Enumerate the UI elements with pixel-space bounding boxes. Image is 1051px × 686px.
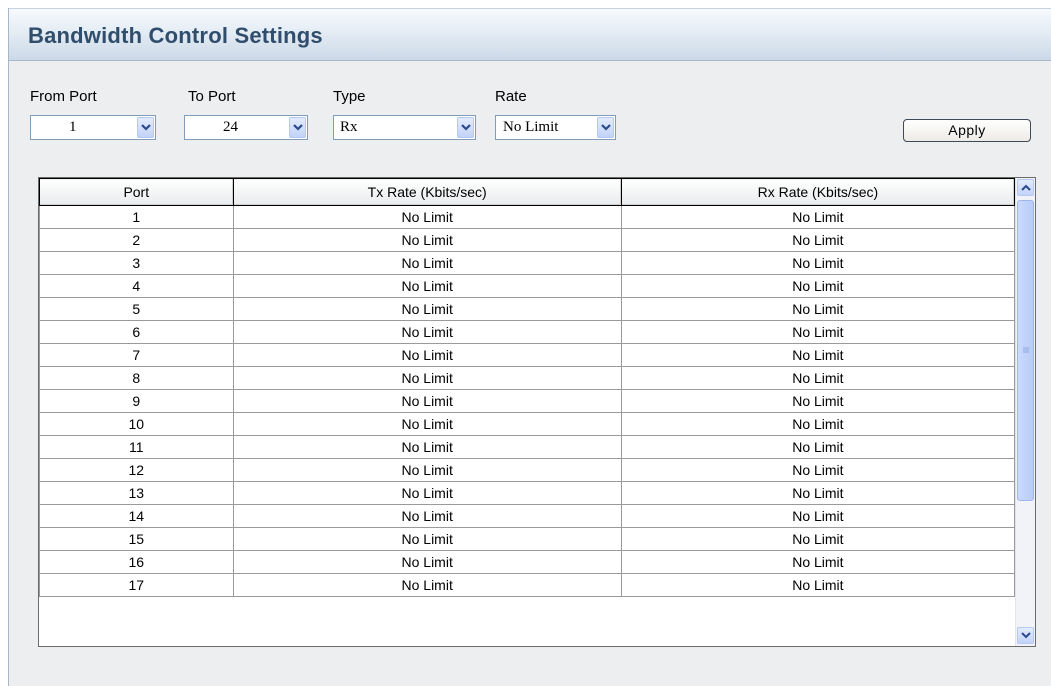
tx-rate-cell: No Limit bbox=[232, 320, 622, 344]
tx-rate-cell: No Limit bbox=[232, 527, 622, 551]
table-row: 3 No Limit No Limit bbox=[39, 251, 1016, 275]
port-cell: 11 bbox=[39, 435, 234, 459]
tx-rate-cell: No Limit bbox=[232, 274, 622, 298]
table-row: 4 No Limit No Limit bbox=[39, 274, 1016, 298]
arrow-up-icon[interactable] bbox=[1017, 179, 1034, 196]
table-row: 1 No Limit No Limit bbox=[39, 205, 1016, 229]
table-row: 16 No Limit No Limit bbox=[39, 550, 1016, 574]
table-row: 12 No Limit No Limit bbox=[39, 458, 1016, 482]
port-cell: 5 bbox=[39, 297, 234, 321]
port-cell: 2 bbox=[39, 228, 234, 252]
rx-rate-cell: No Limit bbox=[620, 504, 1016, 528]
tx-rate-cell: No Limit bbox=[232, 228, 622, 252]
panel-header: Bandwidth Control Settings bbox=[9, 8, 1051, 61]
type-select[interactable]: Rx bbox=[333, 115, 476, 140]
port-cell: 12 bbox=[39, 458, 234, 482]
table-row: 11 No Limit No Limit bbox=[39, 435, 1016, 459]
table-row: 8 No Limit No Limit bbox=[39, 366, 1016, 390]
port-cell: 15 bbox=[39, 527, 234, 551]
apply-button[interactable]: Apply bbox=[903, 119, 1031, 142]
rx-rate-cell: No Limit bbox=[620, 205, 1016, 229]
port-cell: 16 bbox=[39, 550, 234, 574]
table-row: 5 No Limit No Limit bbox=[39, 297, 1016, 321]
rx-rate-cell: No Limit bbox=[620, 435, 1016, 459]
table-row: 6 No Limit No Limit bbox=[39, 320, 1016, 344]
port-column-header: Port bbox=[39, 178, 234, 206]
tx-rate-cell: No Limit bbox=[232, 481, 622, 505]
table-row: 14 No Limit No Limit bbox=[39, 504, 1016, 528]
rate-label: Rate bbox=[495, 88, 527, 105]
rx-rate-cell: No Limit bbox=[620, 228, 1016, 252]
arrow-down-icon[interactable] bbox=[1017, 627, 1034, 644]
port-cell: 6 bbox=[39, 320, 234, 344]
type-label: Type bbox=[333, 88, 366, 105]
to-port-label: To Port bbox=[188, 88, 236, 105]
to-port-select[interactable]: 24 bbox=[184, 115, 308, 140]
chevron-down-icon[interactable] bbox=[457, 117, 474, 138]
type-value: Rx bbox=[340, 119, 358, 135]
scroll-grip-icon bbox=[1023, 347, 1029, 353]
bandwidth-control-panel: Bandwidth Control Settings From Port To … bbox=[8, 8, 1051, 686]
port-cell: 7 bbox=[39, 343, 234, 367]
port-cell: 8 bbox=[39, 366, 234, 390]
tx-rate-cell: No Limit bbox=[232, 504, 622, 528]
from-port-label: From Port bbox=[30, 88, 97, 105]
port-cell: 4 bbox=[39, 274, 234, 298]
table-row: 10 No Limit No Limit bbox=[39, 412, 1016, 436]
rate-value: No Limit bbox=[503, 119, 559, 135]
tx-rate-column-header: Tx Rate (Kbits/sec) bbox=[232, 178, 622, 206]
port-cell: 17 bbox=[39, 573, 234, 597]
port-cell: 14 bbox=[39, 504, 234, 528]
scrollbar-thumb[interactable] bbox=[1017, 200, 1034, 501]
table-row: 17 No Limit No Limit bbox=[39, 573, 1016, 597]
tx-rate-cell: No Limit bbox=[232, 343, 622, 367]
table-row: 2 No Limit No Limit bbox=[39, 228, 1016, 252]
from-port-select[interactable]: 1 bbox=[30, 115, 156, 140]
tx-rate-cell: No Limit bbox=[232, 389, 622, 413]
tx-rate-cell: No Limit bbox=[232, 297, 622, 321]
rx-rate-cell: No Limit bbox=[620, 320, 1016, 344]
bandwidth-table: Port Tx Rate (Kbits/sec) Rx Rate (Kbits/… bbox=[38, 177, 1036, 647]
port-cell: 1 bbox=[39, 205, 234, 229]
chevron-down-icon[interactable] bbox=[137, 117, 154, 138]
tx-rate-cell: No Limit bbox=[232, 251, 622, 275]
tx-rate-cell: No Limit bbox=[232, 412, 622, 436]
port-cell: 13 bbox=[39, 481, 234, 505]
tx-rate-cell: No Limit bbox=[232, 435, 622, 459]
rx-rate-cell: No Limit bbox=[620, 389, 1016, 413]
tx-rate-cell: No Limit bbox=[232, 573, 622, 597]
table-row: 9 No Limit No Limit bbox=[39, 389, 1016, 413]
table-header-row: Port Tx Rate (Kbits/sec) Rx Rate (Kbits/… bbox=[39, 178, 1016, 206]
tx-rate-cell: No Limit bbox=[232, 205, 622, 229]
chevron-down-icon[interactable] bbox=[289, 117, 306, 138]
tx-rate-cell: No Limit bbox=[232, 458, 622, 482]
rx-rate-cell: No Limit bbox=[620, 458, 1016, 482]
tx-rate-cell: No Limit bbox=[232, 550, 622, 574]
tx-rate-cell: No Limit bbox=[232, 366, 622, 390]
port-cell: 3 bbox=[39, 251, 234, 275]
table-row: 15 No Limit No Limit bbox=[39, 527, 1016, 551]
to-port-value: 24 bbox=[223, 119, 238, 135]
rx-rate-cell: No Limit bbox=[620, 481, 1016, 505]
vertical-scrollbar[interactable] bbox=[1015, 178, 1035, 646]
rx-rate-cell: No Limit bbox=[620, 366, 1016, 390]
rx-rate-cell: No Limit bbox=[620, 251, 1016, 275]
rx-rate-cell: No Limit bbox=[620, 412, 1016, 436]
from-port-value: 1 bbox=[69, 119, 77, 135]
rx-rate-cell: No Limit bbox=[620, 297, 1016, 321]
table-row: 7 No Limit No Limit bbox=[39, 343, 1016, 367]
port-cell: 10 bbox=[39, 412, 234, 436]
port-cell: 9 bbox=[39, 389, 234, 413]
rx-rate-cell: No Limit bbox=[620, 343, 1016, 367]
rate-select[interactable]: No Limit bbox=[495, 115, 616, 140]
page-title: Bandwidth Control Settings bbox=[28, 23, 323, 48]
rx-rate-cell: No Limit bbox=[620, 274, 1016, 298]
rx-rate-cell: No Limit bbox=[620, 527, 1016, 551]
rx-rate-cell: No Limit bbox=[620, 550, 1016, 574]
table-row: 13 No Limit No Limit bbox=[39, 481, 1016, 505]
rx-rate-cell: No Limit bbox=[620, 573, 1016, 597]
rx-rate-column-header: Rx Rate (Kbits/sec) bbox=[620, 178, 1016, 206]
chevron-down-icon[interactable] bbox=[597, 117, 614, 138]
